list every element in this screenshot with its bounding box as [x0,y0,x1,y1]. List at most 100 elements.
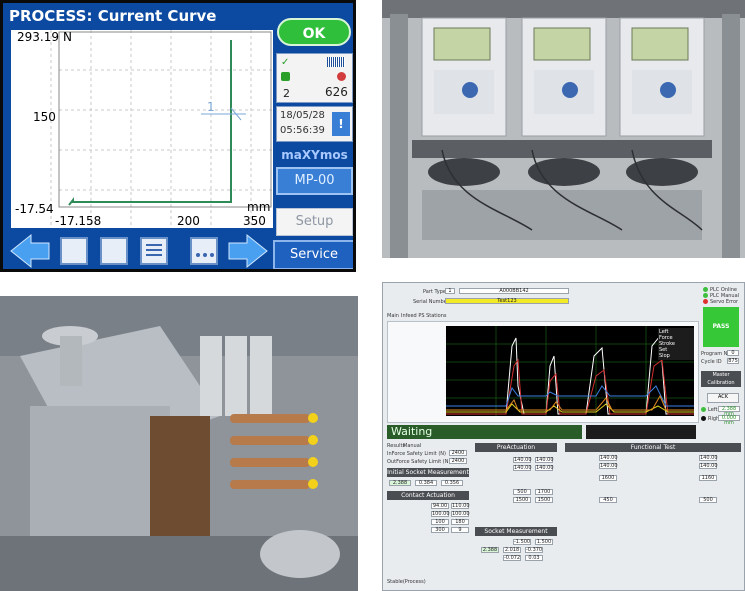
force-curve [68,40,232,206]
func-value-0: 140.00 [599,455,618,461]
cal-right-value: 0.000 mm [718,415,740,426]
master-cal-button[interactable]: Master Calibration [701,371,741,387]
preact-value-4: 500 [513,489,531,495]
hmi-title: PROCESS: Current Curve [9,7,217,25]
socket-measurement-header: Socket Measurement [475,527,557,536]
preact-value-0: 140.00 [513,457,532,463]
controller-rack-image [382,0,745,258]
contact-value-7: 9 [451,527,469,533]
chart-view-icon[interactable] [60,237,88,265]
force-chart-svg [446,326,694,416]
y-axis-bottom: -17.54 [15,202,54,216]
servo-error-led [703,299,708,304]
contact-value-0: 94.00 [431,503,449,509]
contact-value-5: 180 [451,519,469,525]
tab-manual[interactable]: Manual [403,443,421,449]
preactuation-header: PreActuation [475,443,557,452]
socket-value-3: 2.018 [503,547,521,553]
tooling-photo [0,296,358,591]
brand-label: maXYmos [281,148,348,162]
x-axis-left: -17.158 [55,214,102,228]
curve-select-icon[interactable] [100,237,128,265]
socket-value-6: 0.03 [525,555,543,561]
forward-arrow-icon[interactable] [227,233,269,269]
socket-value-2: 2.388 [481,547,499,553]
plc-manual-led [703,293,708,298]
init-value-2: 0.356 [441,480,463,486]
contact-actuation-header: Contact Actuation [387,491,469,500]
cal-left-value: 2.388 mm [718,406,740,417]
chart-legend: Left Force Stroke Set Slop [658,328,694,360]
more-icon[interactable] [190,237,218,265]
func-value-4: 1600 [599,475,617,481]
back-arrow-icon[interactable] [9,233,51,269]
inforce-limit-field[interactable]: 2400 [449,450,467,456]
waiting-status: Waiting [387,425,582,439]
preact-value-3: 140.00 [535,465,554,471]
cal-left-led [701,407,706,412]
contact-value-1: 110.00 [451,503,470,509]
part-type-index: 1 [445,288,455,294]
func-value-1: 140.00 [599,463,618,469]
preact-value-7: 1500 [535,497,553,503]
init-value-0: 2.388 [389,480,411,486]
message-box [586,425,696,439]
func-value-2: 140.00 [699,455,718,461]
socket-value-5: -0.072 [503,555,521,561]
setup-button[interactable]: Setup [276,208,353,236]
footer-status: Stable(Process) [387,579,426,585]
serial-field[interactable]: Test123 [445,298,569,304]
y-axis-top: 293.19 [17,30,59,44]
tooling-image [0,296,358,591]
nok-counter-icon [337,72,346,81]
y-axis-unit: N [63,30,72,44]
contact-value-3: 100.00 [451,511,470,517]
preact-value-1: 140.00 [535,457,554,463]
socket-value-4: -0.370 [525,547,543,553]
time-label: 05:56:39 [280,125,325,136]
cal-left-label: Left [708,407,718,413]
y-axis-mid: 150 [33,110,56,124]
socket-value-0: -1.500 [513,539,531,545]
contact-value-6: 300 [431,527,449,533]
tab-infeed[interactable]: Infeed PS Stations [401,313,446,319]
legend-item[interactable]: Slop [659,353,693,359]
functional-test-header: Functional Test [565,443,741,452]
count-b: 626 [325,85,348,99]
hmi-screen: PROCESS: Current Curve 293.19 N 150 -17.… [0,0,356,272]
func-value-7: 500 [699,497,717,503]
ok-button[interactable]: OK [277,18,351,46]
serial-label: Serial Number [413,299,449,305]
x-axis-unit: mm [247,200,271,214]
initial-measurement-header: Initial Socket Measurement [387,468,469,477]
cal-right-led [701,416,706,421]
ok-counter-icon [281,72,290,81]
check-icon: ✓ [281,57,290,68]
ack-button[interactable]: ACK [707,393,739,403]
socket-value-1: 1.500 [535,539,553,545]
curve-svg [50,30,273,228]
func-value-5: 1160 [699,475,717,481]
func-value-3: 140.00 [699,463,718,469]
service-button[interactable]: Service [273,240,353,269]
part-type-label: Part Type [423,289,446,295]
x-axis-right: 350 [243,214,266,228]
count-a: 2 [283,87,290,100]
datetime-panel: 18/05/28 05:56:39 ! [276,106,353,142]
list-view-icon[interactable] [140,237,168,265]
program-no-field: 0 [727,350,739,356]
status-panel: ✓ 2 626 [276,53,353,103]
tab-main[interactable]: Main [387,313,399,319]
outforce-limit-field[interactable]: 2400 [449,458,467,464]
func-value-6: 450 [599,497,617,503]
cycle-label: Cycle ID [701,359,722,365]
servo-error-label: Servo Error [710,299,739,305]
warning-icon[interactable]: ! [332,112,350,136]
controller-rack-photo [382,0,745,258]
init-value-1: 0.384 [415,480,437,486]
part-type-field[interactable]: A000BB142 [459,288,569,294]
inforce-limit-label: InForce Safety Limit (N) [387,451,446,457]
preact-value-2: 140.00 [513,465,532,471]
program-button[interactable]: MP-00 [276,167,353,195]
x-axis-mid: 200 [177,214,200,228]
